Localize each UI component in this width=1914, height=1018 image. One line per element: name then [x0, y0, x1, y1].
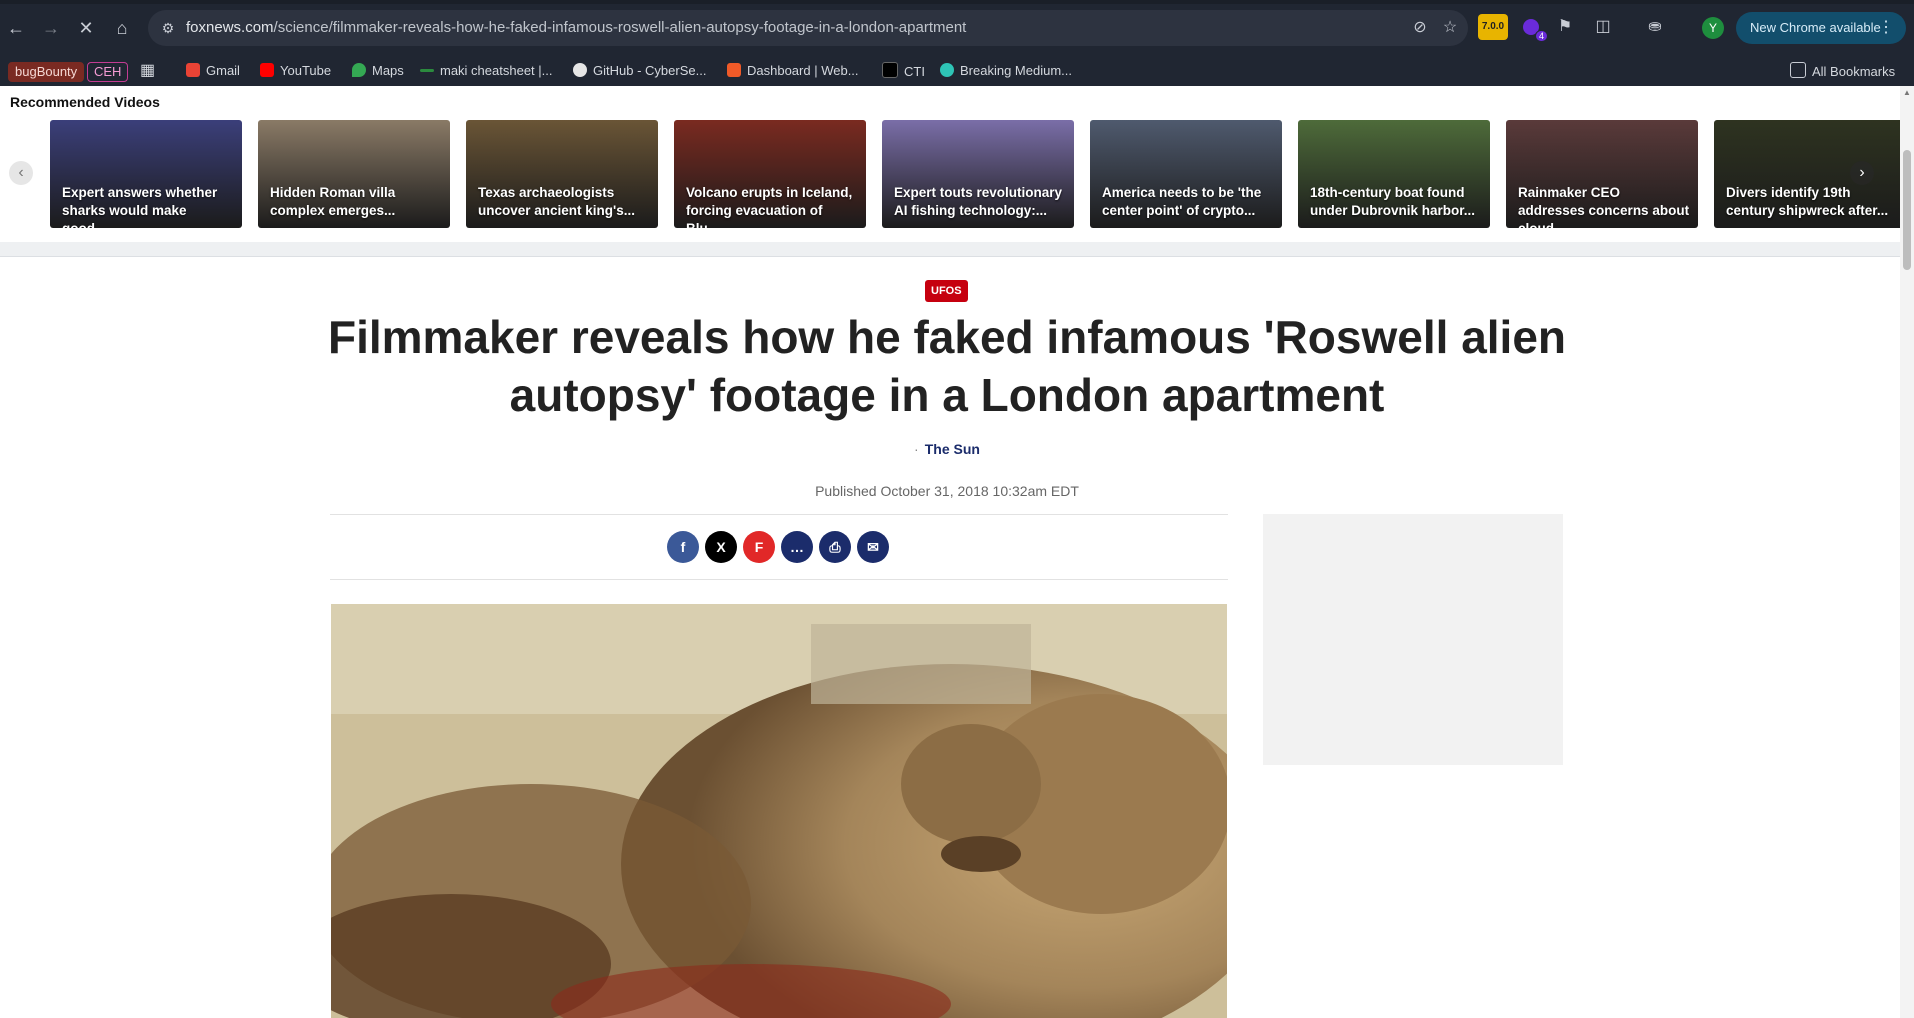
- dashboard-icon: [727, 63, 741, 77]
- bookmark-maps[interactable]: Maps: [352, 62, 404, 80]
- video-caption: Divers identify 19th century shipwreck a…: [1726, 185, 1889, 218]
- tab-strip: [0, 0, 1914, 4]
- chrome-update-button[interactable]: New Chrome available ⋮: [1736, 12, 1906, 44]
- all-bookmarks-label: All Bookmarks: [1812, 64, 1896, 79]
- bookmark-ceh[interactable]: CEH: [87, 62, 129, 82]
- carousel-prev-button[interactable]: ‹: [9, 161, 33, 185]
- address-bar[interactable]: ⚙ foxnews.com/science/filmmaker-reveals-…: [148, 10, 1468, 46]
- medium-icon: [940, 63, 954, 77]
- alien-autopsy-photo: [331, 604, 1227, 1018]
- x-logo-icon: [882, 62, 898, 78]
- video-card[interactable]: Volcano erupts in Iceland, forcing evacu…: [674, 120, 866, 228]
- github-icon: [573, 63, 587, 77]
- extension-purple[interactable]: 4: [1520, 14, 1548, 42]
- bookmark-github-label: GitHub - CyberSe...: [593, 63, 707, 78]
- eye-off-icon[interactable]: ⊘: [1410, 18, 1430, 38]
- facebook-share-icon[interactable]: f: [667, 531, 699, 563]
- bookmark-breaking-medium[interactable]: Breaking Medium...: [940, 62, 1072, 80]
- video-caption: Rainmaker CEO addresses concerns about c…: [1518, 185, 1690, 228]
- recommended-title: Recommended Videos: [10, 94, 160, 110]
- kebab-icon[interactable]: ⋮: [1878, 12, 1894, 44]
- video-caption: Texas archaeologists uncover ancient kin…: [478, 185, 636, 218]
- bookmark-maki[interactable]: maki cheatsheet |...: [420, 62, 553, 80]
- share-bar: f X F… ⎙ ✉: [330, 514, 1228, 580]
- bookmark-maki-label: maki cheatsheet |...: [440, 63, 553, 78]
- bookmark-cti-label: CTI: [904, 64, 925, 79]
- byline-dot: ·: [914, 441, 919, 457]
- bookmark-cti[interactable]: CTI: [882, 62, 925, 81]
- url-path: /science/filmmaker-reveals-how-he-faked-…: [273, 19, 967, 36]
- extension-version-badge[interactable]: 7.0.0: [1478, 14, 1508, 40]
- x-share-icon[interactable]: X: [705, 531, 737, 563]
- bookmark-dashboard-label: Dashboard | Web...: [747, 63, 859, 78]
- recommended-videos: Recommended Videos ‹ Expert answers whet…: [0, 86, 1906, 242]
- video-caption: Expert touts revolutionary AI fishing te…: [894, 185, 1063, 218]
- bookmark-github[interactable]: GitHub - CyberSe...: [573, 62, 706, 80]
- article-headline: Filmmaker reveals how he faked infamous …: [327, 311, 1567, 421]
- email-share-icon[interactable]: ✉: [857, 531, 889, 563]
- extension-flag-icon[interactable]: ⚑: [1552, 14, 1578, 40]
- scroll-up-icon[interactable]: ▲: [1903, 88, 1911, 97]
- hero-image[interactable]: [331, 604, 1227, 1018]
- star-icon[interactable]: ☆: [1440, 18, 1460, 38]
- bookmark-youtube-label: YouTube: [280, 63, 332, 78]
- gmail-icon: [186, 63, 200, 77]
- bookmark-medium-label: Breaking Medium...: [960, 63, 1072, 78]
- category-badge[interactable]: UFOS: [925, 280, 968, 302]
- byline: · The Sun: [0, 441, 1894, 457]
- profile-avatar[interactable]: Y: [1702, 17, 1724, 39]
- site-info-icon[interactable]: ⚙: [158, 18, 178, 38]
- all-bookmarks[interactable]: All Bookmarks: [1790, 62, 1895, 81]
- extension-count-badge: 4: [1534, 30, 1548, 42]
- update-label: New Chrome available: [1750, 20, 1881, 35]
- maki-icon: [420, 69, 434, 72]
- section-divider: [0, 242, 1900, 257]
- carousel-next-button[interactable]: ›: [1850, 161, 1874, 185]
- folder-icon: [1790, 62, 1806, 78]
- ad-placeholder: [1263, 514, 1563, 765]
- url-text[interactable]: foxnews.com/science/filmmaker-reveals-ho…: [186, 19, 966, 36]
- bookmark-gmail-label: Gmail: [206, 63, 240, 78]
- stop-icon[interactable]: ✕: [72, 14, 100, 42]
- video-card[interactable]: Expert answers whether sharks would make…: [50, 120, 242, 228]
- video-card[interactable]: Texas archaeologists uncover ancient kin…: [466, 120, 658, 228]
- video-caption: Volcano erupts in Iceland, forcing evacu…: [686, 185, 853, 228]
- incognito-icon[interactable]: ⛂: [1642, 14, 1668, 40]
- bookmark-bugbounty[interactable]: bugBounty: [8, 62, 85, 82]
- forward-icon[interactable]: →: [37, 14, 65, 42]
- published-date: Published October 31, 2018 10:32am EDT: [815, 483, 1079, 499]
- video-card[interactable]: 18th-century boat found under Dubrovnik …: [1298, 120, 1490, 228]
- comment-icon[interactable]: …: [781, 531, 813, 563]
- extensions-icon[interactable]: ◫: [1590, 14, 1616, 40]
- video-caption: 18th-century boat found under Dubrovnik …: [1310, 185, 1476, 218]
- bookmark-maps-label: Maps: [372, 63, 404, 78]
- page-scrollbar[interactable]: ▲: [1900, 86, 1914, 1018]
- bookmark-gmail[interactable]: Gmail: [186, 62, 240, 80]
- article-source[interactable]: The Sun: [925, 441, 980, 457]
- home-icon[interactable]: ⌂: [108, 14, 136, 42]
- maps-icon: [352, 63, 366, 77]
- bookmarks-bar: bugBounty CEH ▦ Gmail YouTube Maps maki …: [0, 56, 1914, 87]
- video-caption: America needs to be 'the center point' o…: [1102, 185, 1262, 218]
- video-card[interactable]: Expert touts revolutionary AI fishing te…: [882, 120, 1074, 228]
- video-card[interactable]: Hidden Roman villa complex emerges...: [258, 120, 450, 228]
- url-host: foxnews.com: [186, 19, 274, 36]
- video-caption: Hidden Roman villa complex emerges...: [270, 185, 396, 218]
- bookmark-youtube[interactable]: YouTube: [260, 62, 331, 80]
- browser-toolbar: ← → ✕ ⌂ ⚙ foxnews.com/science/filmmaker-…: [0, 0, 1914, 56]
- video-card[interactable]: Rainmaker CEO addresses concerns about c…: [1506, 120, 1698, 228]
- video-card[interactable]: America needs to be 'the center point' o…: [1090, 120, 1282, 228]
- print-icon[interactable]: ⎙: [819, 531, 851, 563]
- youtube-icon: [260, 63, 274, 77]
- bookmark-dashboard[interactable]: Dashboard | Web...: [727, 62, 859, 80]
- apps-grid-icon[interactable]: ▦: [140, 62, 155, 80]
- back-icon[interactable]: ←: [2, 14, 30, 42]
- video-card[interactable]: Divers identify 19th century shipwreck a…: [1714, 120, 1906, 228]
- video-caption: Expert answers whether sharks would make…: [62, 185, 218, 228]
- flipboard-share-icon[interactable]: F: [743, 531, 775, 563]
- scrollbar-thumb[interactable]: [1903, 150, 1911, 270]
